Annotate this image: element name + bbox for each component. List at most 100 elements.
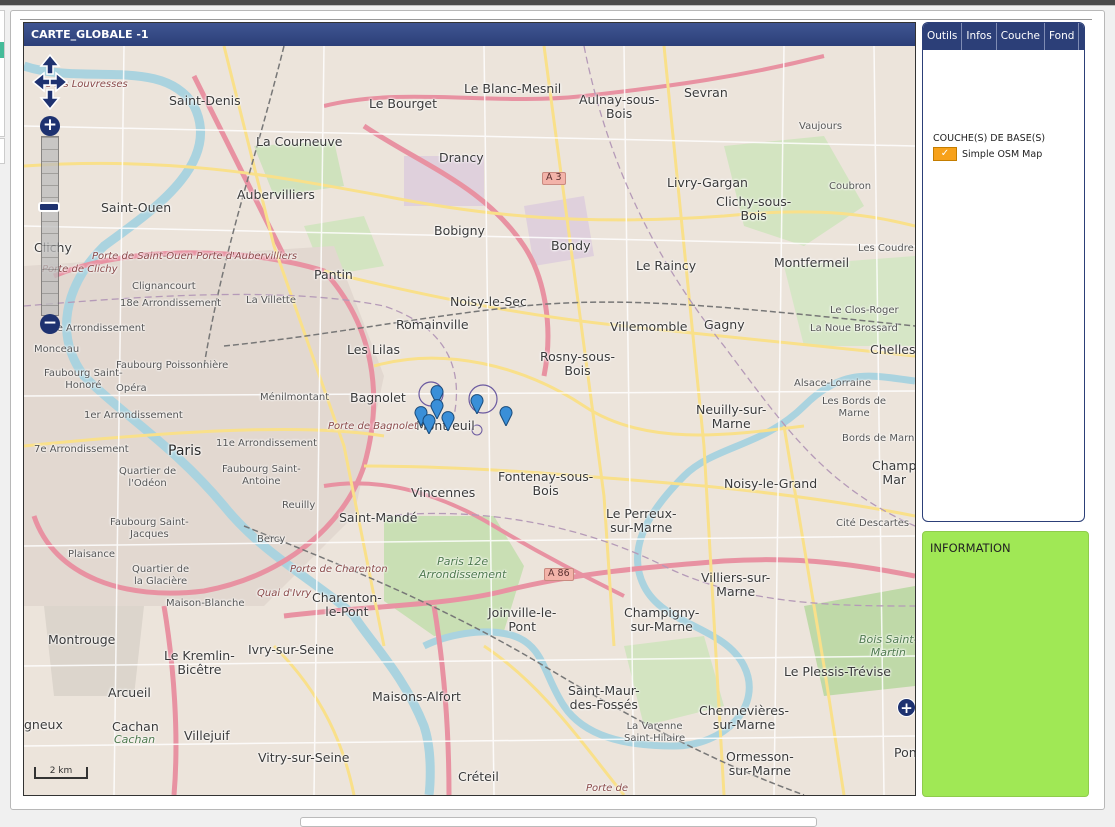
place-label: Joinville-le- Pont xyxy=(488,605,557,635)
expand-overview-button[interactable]: + xyxy=(897,698,915,717)
place-label: Rosny-sous- Bois xyxy=(540,349,615,379)
place-label: Bercy xyxy=(257,534,286,545)
tab-fond[interactable]: Fond xyxy=(1045,23,1080,50)
info-title: INFORMATION xyxy=(930,541,1011,555)
place-label: Le Kremlin- Bicêtre xyxy=(164,648,235,678)
road-shield: A 86 xyxy=(544,568,574,581)
place-label: Ivry-sur-Seine xyxy=(248,642,334,657)
place-label: Saint-Ouen xyxy=(101,200,172,215)
zoom-bar: + − xyxy=(38,116,60,336)
base-layer-label: Simple OSM Map xyxy=(962,148,1043,160)
map-canvas[interactable]: Saint-Denis Le Bourget Le Blanc-Mesnil Auln… xyxy=(24,46,915,795)
pan-control[interactable] xyxy=(32,54,68,110)
place-label: Reuilly xyxy=(282,500,316,511)
place-label: Aulnay-sous- Bois xyxy=(579,92,660,122)
map-title: CARTE_GLOBALE -1 xyxy=(24,23,915,46)
base-layer-item[interactable]: ✓ Simple OSM Map xyxy=(933,147,1042,161)
map-marker-5[interactable] xyxy=(441,409,455,431)
place-label: Sevran xyxy=(684,85,728,100)
place-label: Maisons-Alfort xyxy=(372,689,461,704)
place-label: Fontenay-sous- Bois xyxy=(498,469,594,499)
place-label: Livry-Gargan xyxy=(667,175,748,190)
place-label: Noisy-le-Grand xyxy=(724,476,818,491)
place-label: Paris xyxy=(168,443,202,459)
map-marker-6[interactable] xyxy=(470,392,484,414)
panel-tabs: Outils Infos Couche Fond ? xyxy=(923,23,1084,50)
street-5 xyxy=(24,655,915,667)
top-divider-line xyxy=(0,5,1115,6)
panel-divider xyxy=(20,19,1092,20)
place-label: Opéra xyxy=(116,383,147,394)
place-label: Bagnolet xyxy=(350,390,406,405)
map-window: CARTE_GLOBALE -1 Saint-Denis Le Bourget … xyxy=(23,22,916,796)
left-panel-tab[interactable] xyxy=(0,42,4,58)
pan-up-icon xyxy=(39,54,61,75)
tab-help[interactable]: ? xyxy=(1079,23,1084,50)
street-label: Porte de Saint-Ouen Porte d'Aubervillier… xyxy=(92,251,298,262)
place-label: Saint-Mandé xyxy=(339,510,418,525)
tab-infos[interactable]: Infos xyxy=(962,23,997,50)
place-label: La Courneuve xyxy=(256,134,343,149)
base-layer-checkbox[interactable]: ✓ xyxy=(933,147,957,161)
zoom-slider-handle[interactable] xyxy=(38,202,60,212)
park-label: Paris 12e Arrondissement xyxy=(419,555,507,581)
tab-couche[interactable]: Couche xyxy=(997,23,1045,50)
place-label: Pantin xyxy=(314,267,353,282)
place-label: Neuilly-sur- Marne xyxy=(696,402,767,432)
zoom-out-button[interactable]: − xyxy=(40,314,60,334)
place-label: Le Blanc-Mesnil xyxy=(464,81,562,96)
street-label: Porte de Charenton xyxy=(290,564,388,575)
scale-label: 2 km xyxy=(49,766,73,776)
road-shield: A 3 xyxy=(542,172,566,185)
place-label: Villemomble xyxy=(610,319,688,334)
info-panel: INFORMATION xyxy=(922,531,1089,797)
place-label: 11e Arrondissement xyxy=(216,438,318,449)
place-label: 18e Arrondissement xyxy=(120,298,222,309)
zoom-in-button[interactable]: + xyxy=(40,116,60,136)
place-label: Clichy-sous- Bois xyxy=(716,194,792,224)
place-label: Créteil xyxy=(458,769,499,784)
place-label: Le Raincy xyxy=(636,258,697,273)
place-label: Villiers-sur- Marne xyxy=(701,570,771,600)
road-4 xyxy=(542,46,616,647)
road-9 xyxy=(483,644,626,795)
place-label: Maison-Blanche xyxy=(166,598,245,609)
place-label: Le Plessis-Trévise xyxy=(784,664,891,679)
place-label: Le Bourget xyxy=(369,96,437,111)
place-label: Montrouge xyxy=(48,632,116,647)
place-label: Aubervilliers xyxy=(237,187,315,202)
industrial-area-2 xyxy=(524,196,594,266)
place-label: La Villette xyxy=(246,295,296,306)
street-1 xyxy=(24,125,915,147)
place-label: gneux xyxy=(24,717,63,732)
place-label: Coubron xyxy=(829,181,872,192)
map-marker-4[interactable] xyxy=(422,412,436,434)
motorway-a6 xyxy=(161,605,179,795)
place-label: Chennevières-sur-Marne xyxy=(699,703,790,733)
place-label: Les Lilas xyxy=(347,342,401,357)
place-label: Saint-Maur-des-Fossés xyxy=(568,683,640,713)
place-label: Champ Mar xyxy=(872,458,915,488)
left-panel-edge xyxy=(0,10,5,137)
tab-outils[interactable]: Outils xyxy=(923,23,963,50)
place-label: Arcueil xyxy=(108,685,151,700)
place-label: Montfermeil xyxy=(774,255,850,270)
place-label: Gagny xyxy=(704,317,745,332)
place-label: Vaujours xyxy=(799,121,843,132)
map-marker-7[interactable] xyxy=(499,404,513,426)
park-west xyxy=(44,606,144,696)
place-label: Ormesson-sur-Marne xyxy=(726,749,794,779)
place-label: Champigny-sur-Marne xyxy=(624,605,700,635)
zoom-track[interactable] xyxy=(41,136,59,316)
place-label: Pon xyxy=(894,745,915,760)
place-label: Faubourg Poissonnière xyxy=(116,360,229,371)
place-label: Villejuif xyxy=(184,728,230,743)
place-label: Plaisance xyxy=(68,549,116,560)
place-label: 1er Arrondissement xyxy=(84,410,183,421)
place-label: 7e Arrondissement xyxy=(34,444,129,455)
place-label: Romainville xyxy=(396,317,469,332)
place-label: Saint-Denis xyxy=(169,93,241,108)
pan-left-icon xyxy=(32,71,51,93)
park-label: Cachan xyxy=(114,733,156,746)
street-label: Porte de Bagnolet xyxy=(328,421,418,432)
